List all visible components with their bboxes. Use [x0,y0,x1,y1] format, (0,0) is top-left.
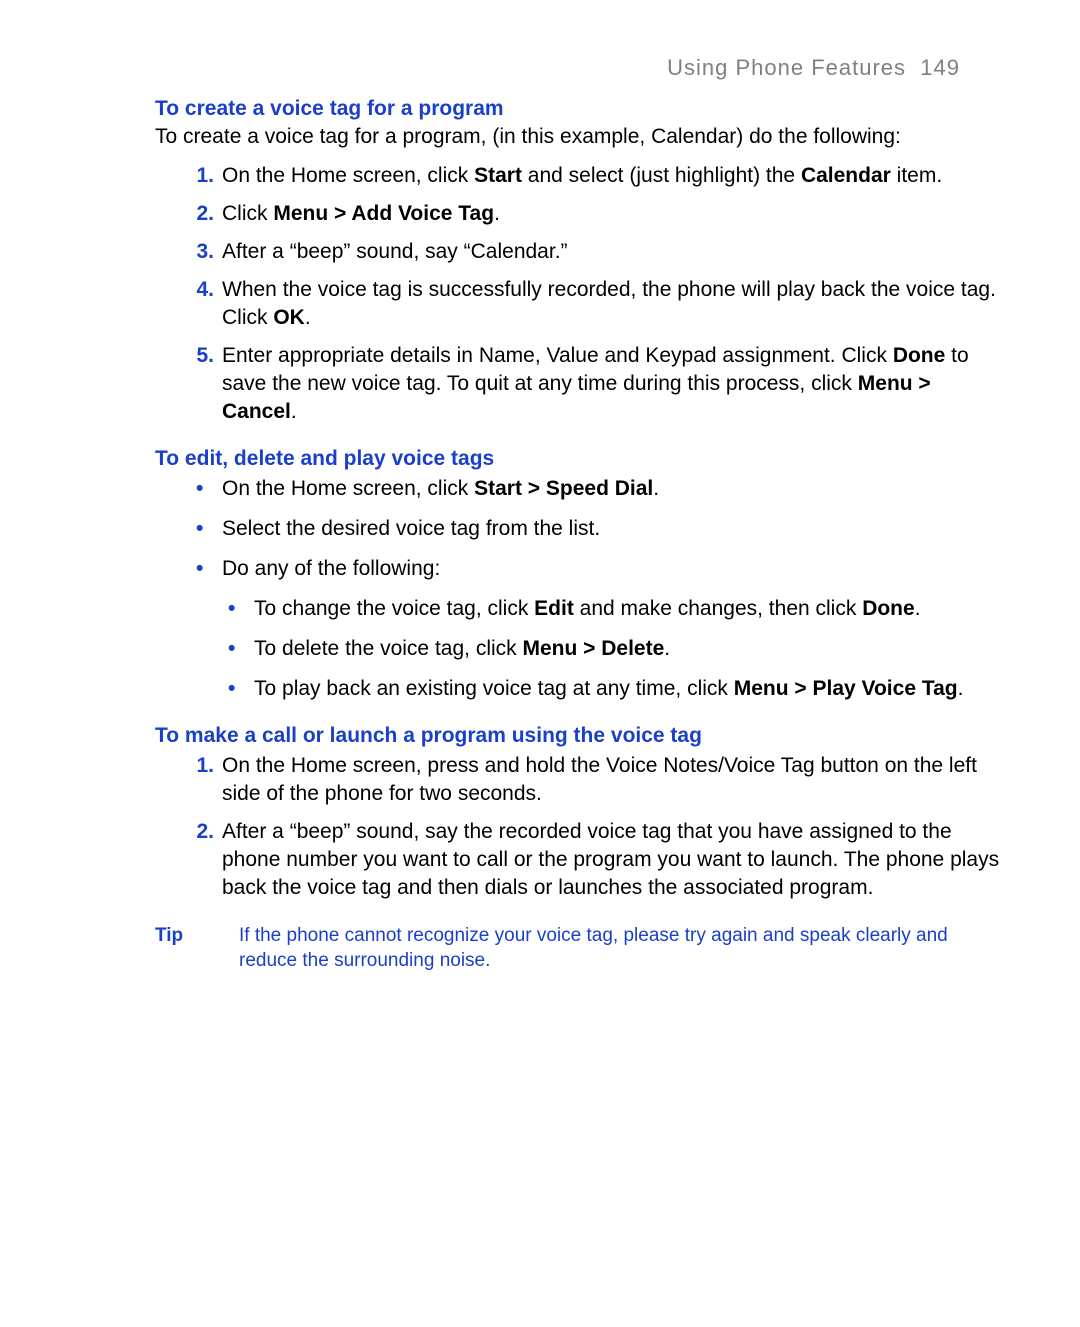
manual-page: Using Phone Features 149 To create a voi… [0,0,1080,1327]
ui-term: Done [862,597,915,620]
step-number: 5. [188,342,214,370]
ui-term: Menu > Delete [522,637,664,660]
intro-text: To create a voice tag for a program, (in… [155,123,1000,150]
step-2: 2. After a “beep” sound, say the recorde… [218,818,1000,902]
step-text: On the Home screen, press and hold the V… [222,754,977,805]
tip-block: Tip If the phone cannot recognize your v… [155,923,1000,973]
ui-term: Menu > Add Voice Tag [273,202,494,225]
step-text: After a “beep” sound, say “Calendar.” [222,240,568,263]
tip-text: If the phone cannot recognize your voice… [239,923,1000,973]
bullet-item: Do any of the following: To change the v… [218,555,1000,703]
bullet-text: To delete the voice tag, click [254,637,522,660]
bullet-text: On the Home screen, click [222,477,474,500]
heading-create-voice-tag: To create a voice tag for a program [155,97,1000,121]
step-text: After a “beep” sound, say the recorded v… [222,820,999,899]
step-1: 1. On the Home screen, click Start and s… [218,162,1000,190]
ui-term: Edit [534,597,574,620]
bullet-text: Do any of the following: [222,557,440,580]
call-steps: 1. On the Home screen, press and hold th… [155,752,1000,902]
step-2: 2. Click Menu > Add Voice Tag. [218,200,1000,228]
step-5: 5. Enter appropriate details in Name, Va… [218,342,1000,426]
step-number: 4. [188,276,214,304]
bullet-item: On the Home screen, click Start > Speed … [218,475,1000,503]
edit-bullets: On the Home screen, click Start > Speed … [155,475,1000,703]
page-number: 149 [920,55,960,80]
step-3: 3. After a “beep” sound, say “Calendar.” [218,238,1000,266]
bullet-text: . [915,597,921,620]
bullet-text: To change the voice tag, click [254,597,534,620]
step-number: 1. [188,752,214,780]
tip-label: Tip [155,923,239,973]
step-text: Click [222,202,273,225]
sub-bullet-item: To change the voice tag, click Edit and … [250,595,1000,623]
sub-bullets: To change the voice tag, click Edit and … [222,595,1000,703]
bullet-text: Select the desired voice tag from the li… [222,517,600,540]
bullet-text: To play back an existing voice tag at an… [254,677,734,700]
heading-make-call: To make a call or launch a program using… [155,724,1000,748]
step-text: . [494,202,500,225]
create-steps: 1. On the Home screen, click Start and s… [155,162,1000,426]
ui-term: Menu > Play Voice Tag [734,677,958,700]
step-text: . [305,306,311,329]
running-header: Using Phone Features 149 [155,55,1000,81]
bullet-text: . [653,477,659,500]
step-text: On the Home screen, click [222,164,474,187]
step-text: When the voice tag is successfully recor… [222,278,996,329]
ui-term: Start [474,164,522,187]
step-number: 3. [188,238,214,266]
bullet-text: . [958,677,964,700]
step-text: . [291,400,297,423]
step-number: 2. [188,818,214,846]
bullet-text: . [664,637,670,660]
step-4: 4. When the voice tag is successfully re… [218,276,1000,332]
sub-bullet-item: To play back an existing voice tag at an… [250,675,1000,703]
ui-term: Done [893,344,946,367]
section-name: Using Phone Features [667,55,906,80]
step-number: 1. [188,162,214,190]
ui-term: Start > Speed Dial [474,477,653,500]
step-text: and select (just highlight) the [522,164,801,187]
step-text: item. [891,164,942,187]
ui-term: OK [273,306,305,329]
bullet-item: Select the desired voice tag from the li… [218,515,1000,543]
sub-bullet-item: To delete the voice tag, click Menu > De… [250,635,1000,663]
heading-edit-delete-play: To edit, delete and play voice tags [155,447,1000,471]
step-number: 2. [188,200,214,228]
ui-term: Calendar [801,164,891,187]
bullet-text: and make changes, then click [574,597,862,620]
step-text: Enter appropriate details in Name, Value… [222,344,893,367]
step-1: 1. On the Home screen, press and hold th… [218,752,1000,808]
